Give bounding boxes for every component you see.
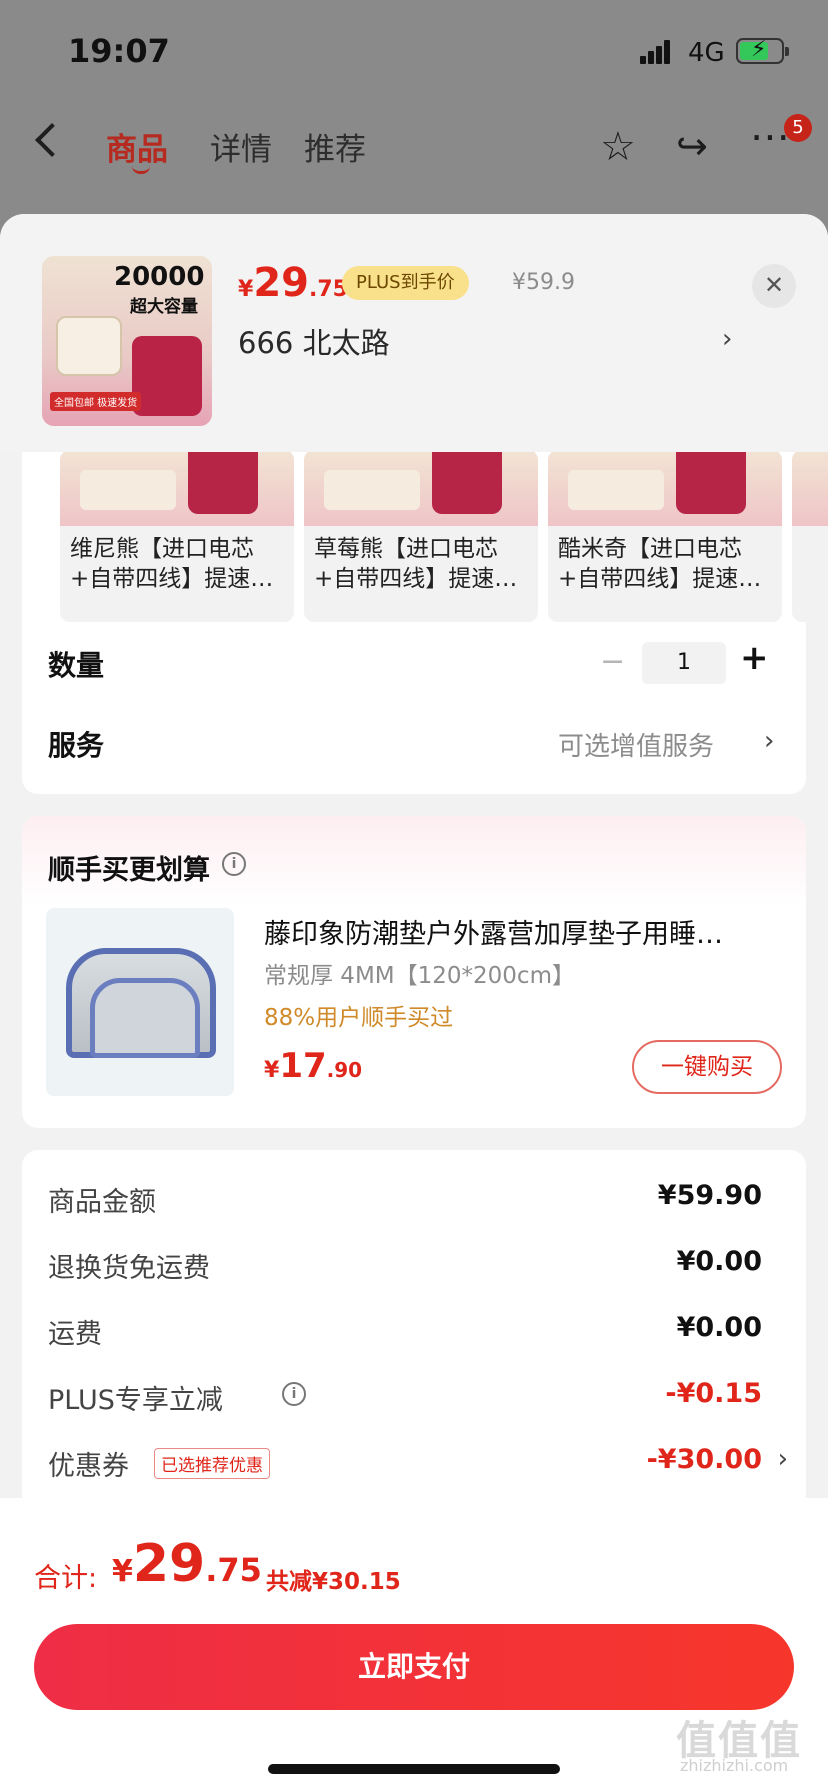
variant-line1: 酷米奇【进口电芯 [558, 536, 742, 562]
back-icon[interactable] [35, 123, 69, 157]
network-type: 4G [688, 38, 725, 68]
variant-item-partial[interactable] [792, 450, 828, 622]
share-icon[interactable]: ↪ [676, 124, 708, 168]
variant-image [548, 450, 782, 526]
variant-line2: +自带四线】提速… [314, 566, 518, 592]
variant-image [60, 450, 294, 526]
recommend-product-name[interactable]: 藤印象防潮垫户外露营加厚垫子用睡… [264, 912, 784, 951]
checkout-bottom-bar: 合计: ¥ 29 .75 共减¥30.15 立即支付 值值值 zhizhizhi… [0, 1498, 828, 1792]
recommend-title: 顺手买更划算 [48, 855, 210, 886]
watermark-url: zhizhizhi.com [680, 1756, 789, 1775]
tab-product[interactable]: 商品 [106, 124, 168, 169]
summary-row: 运费 ¥0.00 [48, 1312, 762, 1350]
status-time: 19:07 [68, 32, 170, 70]
service-value[interactable]: 可选增值服务 [558, 726, 714, 763]
coupon-row[interactable]: 优惠券 已选推荐优惠 -¥30.00 › [48, 1444, 788, 1484]
chevron-right-icon[interactable]: › [778, 1444, 788, 1474]
variant-line1: 草莓熊【进口电芯 [314, 536, 498, 562]
total-discount: 共减¥30.15 [266, 1569, 401, 1595]
recommend-product-image[interactable] [46, 908, 234, 1096]
recommend-user-rate: 88%用户顺手买过 [264, 1005, 454, 1031]
home-indicator [268, 1764, 560, 1774]
checkout-sheet: 维尼熊【进口电芯 +自带四线】提速… 草莓熊【进口电芯 +自带四线】提速… 酷米奇【… [0, 214, 828, 1792]
variant-image [304, 450, 538, 526]
close-icon: ✕ [763, 271, 785, 299]
quantity-input[interactable]: 1 [642, 642, 726, 684]
service-label: 服务 [48, 729, 105, 762]
variant-line2: +自带四线】提速… [70, 566, 274, 592]
info-icon[interactable]: i [282, 1382, 306, 1406]
thumb-shipping-tag: 全国包邮 极速发货 [50, 392, 142, 411]
battery-icon: ⚡ [736, 37, 789, 64]
coupon-tag: 已选推荐优惠 [154, 1448, 270, 1479]
quantity-minus-button[interactable]: − [600, 644, 625, 679]
info-icon[interactable]: i [222, 852, 246, 876]
variant-item[interactable]: 维尼熊【进口电芯 +自带四线】提速… [60, 450, 294, 622]
summary-row: PLUS专享立减 i -¥0.15 [48, 1378, 762, 1416]
variant-list: 维尼熊【进口电芯 +自带四线】提速… 草莓熊【进口电芯 +自带四线】提速… 酷米奇【… [38, 450, 828, 622]
total-price: ¥ 29 .75 [112, 1534, 262, 1594]
product-thumbnail: 20000 超大容量 全国包邮 极速发货 [42, 256, 212, 426]
product-summary-header: 20000 超大容量 全国包邮 极速发货 ¥ 29 .75 PLUS到手价 ¥5… [0, 214, 828, 452]
recommend-price: ¥ 17 .90 [264, 1046, 363, 1086]
tab-recommend[interactable]: 推荐 [304, 124, 366, 169]
variant-line2: +自带四线】提速… [558, 566, 762, 592]
more-icon[interactable]: ⋯ [750, 114, 790, 160]
star-icon[interactable]: ☆ [600, 124, 636, 170]
variant-item[interactable]: 酷米奇【进口电芯 +自带四线】提速… [548, 450, 782, 622]
recommend-product-spec: 常规厚 4MM【120*200cm】 [264, 963, 575, 989]
variant-line1: 维尼熊【进口电芯 [70, 536, 254, 562]
quantity-label: 数量 [48, 649, 105, 682]
thumb-capacity-sub: 超大容量 [130, 297, 198, 317]
tab-details[interactable]: 详情 [210, 124, 272, 169]
message-badge: 5 [784, 114, 812, 142]
plus-price-tag: PLUS到手价 [342, 266, 469, 300]
product-nav-header: 商品 详情 推荐 ☆ ↪ ⋯ 5 [0, 100, 828, 210]
signal-icon [640, 40, 674, 64]
close-button[interactable]: ✕ [752, 264, 796, 308]
status-bar: 19:07 4G ⚡ [0, 0, 828, 100]
chevron-right-icon[interactable]: › [722, 324, 732, 354]
summary-row: 退换货免运费 ¥0.00 [48, 1246, 762, 1284]
recommend-card: 顺手买更划算 i 藤印象防潮垫户外露营加厚垫子用睡… 常规厚 4MM【120*2… [22, 816, 806, 1128]
product-price: ¥ 29 .75 [238, 260, 348, 306]
quantity-plus-button[interactable]: + [740, 638, 769, 678]
price-summary-card: 商品金额 ¥59.90 退换货免运费 ¥0.00 运费 ¥0.00 PLUS专享… [22, 1150, 806, 1510]
active-tab-indicator [132, 166, 150, 174]
pay-now-button[interactable]: 立即支付 [34, 1624, 794, 1710]
one-click-buy-button[interactable]: 一键购买 [632, 1040, 782, 1094]
chevron-right-icon[interactable]: › [764, 726, 774, 756]
delivery-address[interactable]: 666 北太路 [238, 320, 390, 362]
original-price: ¥59.9 [512, 270, 575, 295]
thumb-capacity: 20000 [114, 262, 205, 292]
variant-item[interactable]: 草莓熊【进口电芯 +自带四线】提速… [304, 450, 538, 622]
summary-row: 商品金额 ¥59.90 [48, 1180, 762, 1218]
total-label: 合计: [34, 1563, 98, 1594]
